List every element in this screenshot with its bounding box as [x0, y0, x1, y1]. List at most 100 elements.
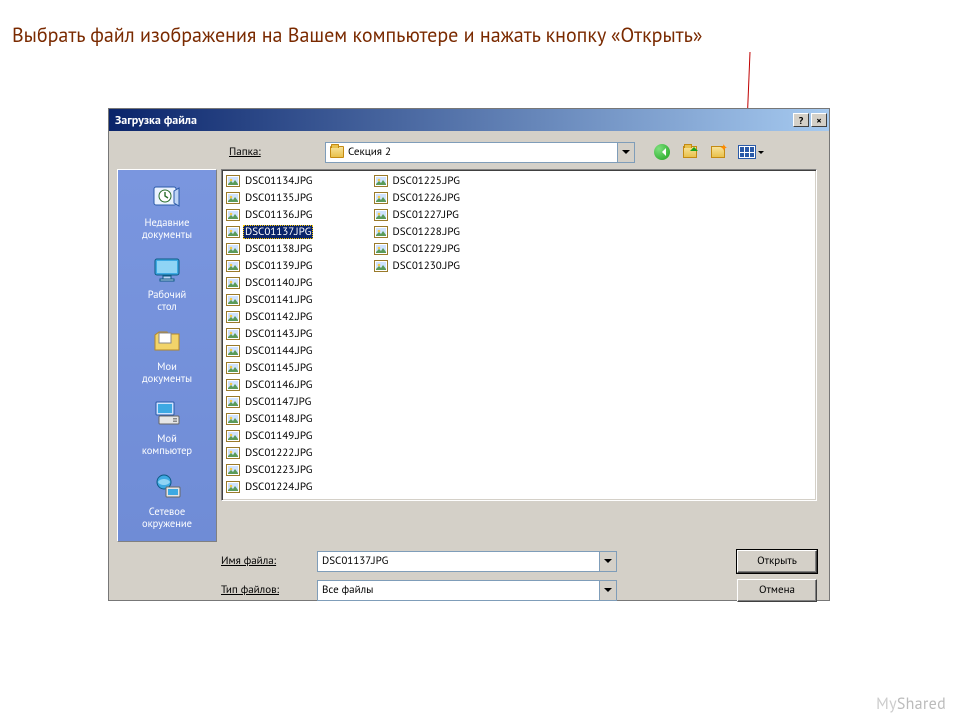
file-item[interactable]: DSC01139.JPG [224, 257, 372, 274]
file-item[interactable]: DSC01225.JPG [372, 172, 520, 189]
file-name: DSC01229.JPG [391, 242, 463, 256]
file-item[interactable]: DSC01142.JPG [224, 308, 372, 325]
image-file-icon [226, 225, 240, 239]
filetype-label: Тип файлов: [217, 583, 309, 597]
image-file-icon [226, 378, 240, 392]
cancel-button[interactable]: Отмена [737, 579, 817, 602]
image-file-icon [226, 191, 240, 205]
file-item[interactable]: DSC01228.JPG [372, 223, 520, 240]
folder-icon [330, 146, 344, 158]
file-item[interactable]: DSC01229.JPG [372, 240, 520, 257]
file-item[interactable]: DSC01224.JPG [224, 478, 372, 495]
new-folder-button[interactable] [707, 141, 729, 163]
file-name: DSC01139.JPG [243, 259, 315, 273]
file-item[interactable]: DSC01226.JPG [372, 189, 520, 206]
file-list-pane[interactable]: DSC01134.JPG DSC01135.JPG DSC01136.JPG DSC0… [221, 169, 817, 501]
file-item[interactable]: DSC01140.JPG [224, 274, 372, 291]
file-item[interactable]: DSC01135.JPG [224, 189, 372, 206]
filename-value: DSC01137.JPG [322, 554, 599, 568]
file-item[interactable]: DSC01134.JPG [224, 172, 372, 189]
image-file-icon [226, 276, 240, 290]
file-name: DSC01138.JPG [243, 242, 315, 256]
image-file-icon [226, 446, 240, 460]
file-name: DSC01142.JPG [243, 310, 315, 324]
filetype-combo[interactable]: Все файлы [317, 580, 617, 601]
help-button[interactable]: ? [793, 113, 809, 127]
image-file-icon [226, 480, 240, 494]
filename-combo[interactable]: DSC01137.JPG [317, 551, 617, 572]
views-button[interactable] [735, 141, 768, 163]
watermark: MyShared [876, 694, 946, 714]
up-one-level-button[interactable] [679, 141, 701, 163]
file-name: DSC01144.JPG [243, 344, 315, 358]
file-name: DSC01141.JPG [243, 293, 315, 307]
places-item-label: Моидокументы [142, 360, 192, 384]
file-item[interactable]: DSC01136.JPG [224, 206, 372, 223]
file-item[interactable]: DSC01141.JPG [224, 291, 372, 308]
recent-icon [150, 181, 184, 213]
image-file-icon [226, 293, 240, 307]
image-file-icon [226, 174, 240, 188]
places-item-label: Мойкомпьютер [142, 432, 192, 456]
image-file-icon [374, 225, 388, 239]
file-item[interactable]: DSC01137.JPG [224, 223, 372, 240]
file-name: DSC01134.JPG [243, 174, 315, 188]
places-item-label: Сетевоеокружение [142, 505, 192, 529]
places-item-mydocs[interactable]: Моидокументы [118, 320, 216, 390]
file-name: DSC01230.JPG [391, 259, 463, 273]
back-button[interactable] [651, 141, 673, 163]
file-name: DSC01226.JPG [391, 191, 463, 205]
image-file-icon [374, 242, 388, 256]
open-button[interactable]: Открыть [737, 550, 817, 573]
file-item[interactable]: DSC01149.JPG [224, 427, 372, 444]
image-file-icon [374, 174, 388, 188]
chevron-down-icon[interactable] [617, 143, 634, 162]
file-item[interactable]: DSC01148.JPG [224, 410, 372, 427]
file-name: DSC01136.JPG [243, 208, 315, 222]
image-file-icon [226, 208, 240, 222]
network-icon [150, 470, 184, 502]
file-name: DSC01147.JPG [243, 395, 313, 409]
chevron-down-icon[interactable] [599, 552, 616, 571]
file-item[interactable]: DSC01223.JPG [224, 461, 372, 478]
file-item[interactable]: DSC01144.JPG [224, 342, 372, 359]
places-item-desktop[interactable]: Рабочийстол [118, 248, 216, 318]
image-file-icon [226, 463, 240, 477]
dialog-title: Загрузка файла [115, 113, 197, 128]
file-name: DSC01222.JPG [243, 446, 315, 460]
file-item[interactable]: DSC01138.JPG [224, 240, 372, 257]
file-item[interactable]: DSC01146.JPG [224, 376, 372, 393]
image-file-icon [226, 327, 240, 341]
filetype-value: Все файлы [322, 583, 599, 597]
desktop-icon [150, 253, 184, 285]
chevron-down-icon[interactable] [756, 141, 765, 163]
image-file-icon [374, 208, 388, 222]
file-item[interactable]: DSC01145.JPG [224, 359, 372, 376]
close-button[interactable]: × [811, 113, 827, 127]
file-name: DSC01148.JPG [243, 412, 315, 426]
places-item-recent[interactable]: Недавниедокументы [118, 176, 216, 246]
file-item[interactable]: DSC01230.JPG [372, 257, 520, 274]
image-file-icon [226, 429, 240, 443]
file-name: DSC01227.JPG [391, 208, 461, 222]
file-open-dialog: Загрузка файла ? × Папка: Секция 2 [108, 108, 830, 601]
file-item[interactable]: DSC01147.JPG [224, 393, 372, 410]
file-item[interactable]: DSC01227.JPG [372, 206, 520, 223]
titlebar: Загрузка файла ? × [109, 109, 829, 131]
file-name: DSC01145.JPG [243, 361, 315, 375]
chevron-down-icon[interactable] [599, 581, 616, 600]
image-file-icon [226, 395, 240, 409]
places-item-network[interactable]: Сетевоеокружение [118, 465, 216, 535]
file-name: DSC01149.JPG [243, 429, 315, 443]
places-item-mycomputer[interactable]: Мойкомпьютер [118, 392, 216, 462]
file-name: DSC01137.JPG [243, 225, 313, 239]
image-file-icon [226, 242, 240, 256]
folder-value: Секция 2 [348, 145, 617, 159]
image-file-icon [374, 259, 388, 273]
file-item[interactable]: DSC01143.JPG [224, 325, 372, 342]
file-name: DSC01228.JPG [391, 225, 463, 239]
folder-combo[interactable]: Секция 2 [325, 142, 635, 163]
file-item[interactable]: DSC01222.JPG [224, 444, 372, 461]
places-item-label: Недавниедокументы [142, 216, 192, 240]
file-name: DSC01135.JPG [243, 191, 315, 205]
